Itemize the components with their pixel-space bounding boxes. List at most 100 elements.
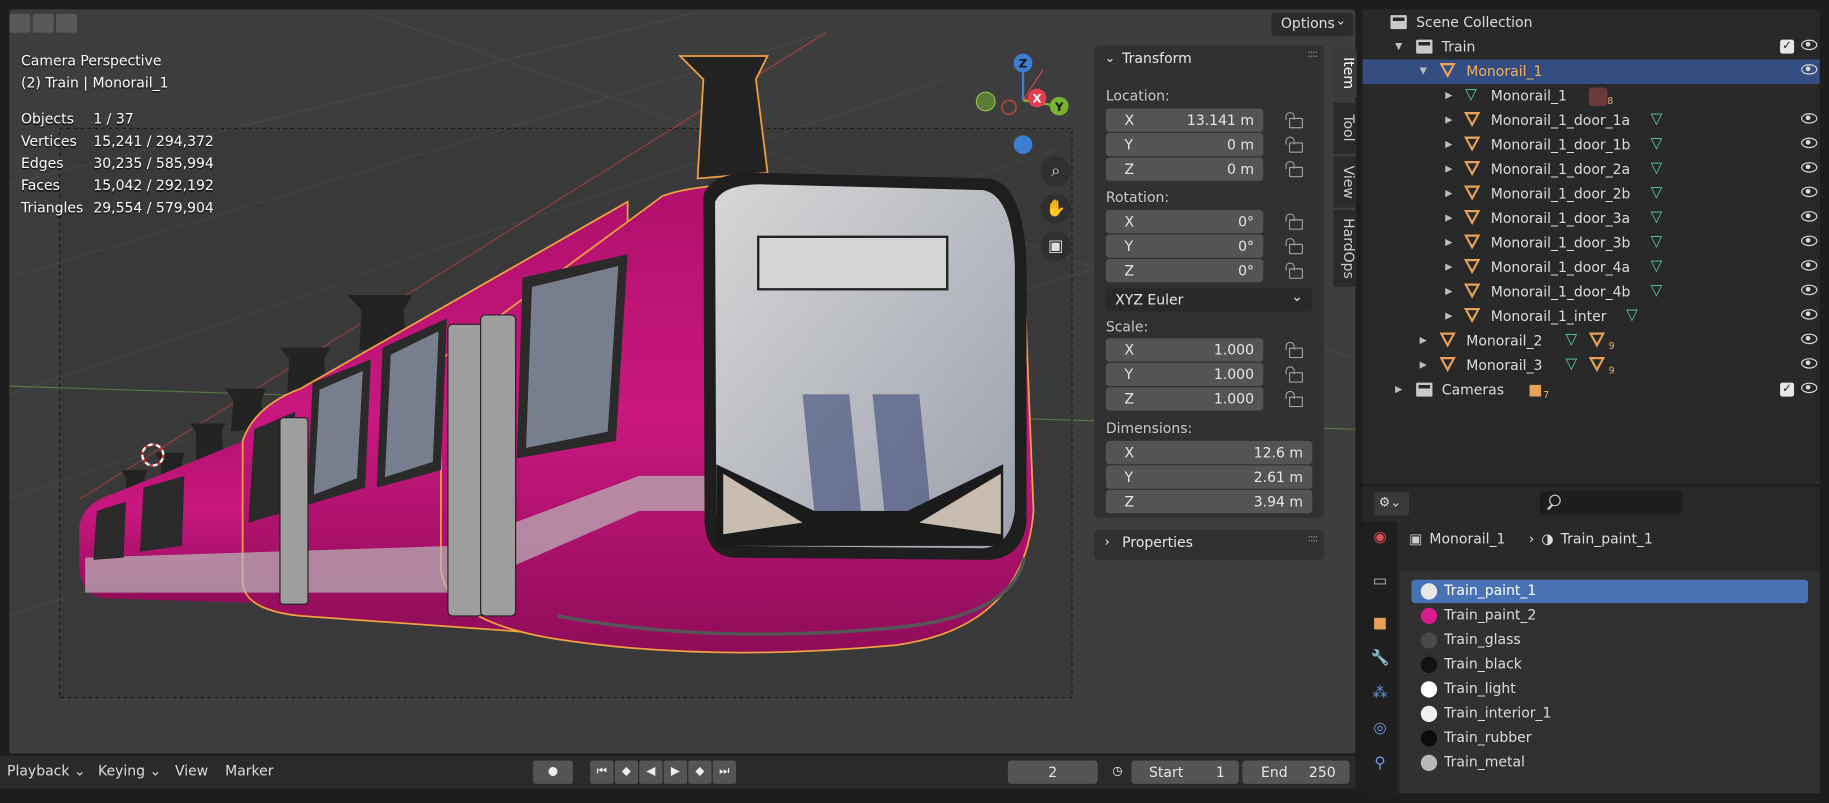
expand-arrow-icon[interactable]: ▶ bbox=[1445, 114, 1452, 124]
expand-arrow-icon[interactable]: ▼ bbox=[1395, 41, 1402, 51]
lock-icon[interactable] bbox=[1285, 111, 1304, 129]
navigation-gizmo[interactable]: Z X Y bbox=[973, 53, 1078, 159]
play-reverse-icon[interactable]: ◀ bbox=[639, 760, 663, 784]
outliner-row-cameras[interactable]: ▶ Cameras ■ 7 ✓ bbox=[1362, 378, 1819, 402]
expand-arrow-icon[interactable]: ▶ bbox=[1445, 310, 1452, 320]
outliner[interactable]: Scene Collection ▼ Train ✓ ▼ Monorail_1 … bbox=[1362, 9, 1820, 485]
keying-menu[interactable]: Keying ⌄ bbox=[98, 763, 161, 779]
material-slot[interactable]: Train_black bbox=[1411, 653, 1808, 676]
outliner-row-monorail-1[interactable]: ▼ Monorail_1 bbox=[1362, 59, 1820, 84]
view-menu[interactable]: View bbox=[175, 763, 208, 779]
expand-arrow-icon[interactable]: ▶ bbox=[1445, 237, 1452, 247]
location-x-field[interactable]: X 13.141 m bbox=[1105, 108, 1264, 132]
options-dropdown[interactable]: Options bbox=[1271, 12, 1354, 37]
tab-item[interactable]: Item bbox=[1333, 46, 1357, 101]
next-keyframe-icon[interactable]: ◆ bbox=[688, 760, 712, 784]
record-icon[interactable]: ● bbox=[533, 760, 573, 784]
wrench-icon[interactable]: 🔧 bbox=[1371, 650, 1390, 669]
scale-z-field[interactable]: Z 1.000 bbox=[1105, 387, 1264, 411]
eye-icon[interactable] bbox=[1801, 113, 1818, 124]
playback-menu[interactable]: Playback ⌄ bbox=[7, 763, 86, 779]
lock-icon[interactable] bbox=[1285, 262, 1304, 279]
outliner-row-monorail-3[interactable]: ▶ Monorail_3 ▽ 9 bbox=[1362, 353, 1819, 377]
eye-icon[interactable] bbox=[1801, 260, 1818, 271]
marker-menu[interactable]: Marker bbox=[225, 763, 273, 779]
camera-view-icon[interactable]: ▣ bbox=[1040, 230, 1071, 262]
material-slot[interactable]: Train_paint_2 bbox=[1411, 604, 1808, 627]
editor-type-dropdown[interactable]: ⚙⌄ bbox=[1374, 492, 1410, 516]
rotation-z-field[interactable]: Z 0° bbox=[1105, 258, 1264, 283]
jump-start-icon[interactable]: ⏮ bbox=[590, 760, 614, 784]
exclude-checkbox[interactable]: ✓ bbox=[1780, 382, 1795, 397]
world-icon[interactable]: ◉ bbox=[1371, 528, 1390, 547]
object-tab-icon[interactable]: ■ bbox=[1371, 615, 1390, 634]
scale-y-field[interactable]: Y 1.000 bbox=[1105, 362, 1264, 387]
lock-icon[interactable] bbox=[1285, 160, 1304, 178]
select-extend-icon[interactable] bbox=[32, 13, 54, 33]
select-mode-icon[interactable] bbox=[9, 13, 31, 33]
outliner-row-door-2a[interactable]: ▶ Monorail_1_door_2a ▽ bbox=[1362, 157, 1819, 181]
material-slot[interactable]: Train_interior_1 bbox=[1411, 702, 1808, 725]
dimensions-z-field[interactable]: Z 3.94 m bbox=[1105, 489, 1313, 514]
outliner-row-train[interactable]: ▼ Train ✓ bbox=[1362, 35, 1819, 59]
material-slot[interactable]: Train_glass bbox=[1411, 629, 1808, 652]
pan-hand-icon[interactable]: ✋ bbox=[1040, 193, 1071, 224]
location-y-field[interactable]: Y0 m bbox=[1105, 132, 1264, 157]
outliner-row-door-4b[interactable]: ▶ Monorail_1_door_4b ▽ bbox=[1362, 280, 1819, 304]
eye-icon[interactable] bbox=[1801, 211, 1818, 222]
zoom-icon[interactable]: ⌕ bbox=[1040, 156, 1071, 187]
eye-icon[interactable] bbox=[1801, 382, 1818, 394]
eye-icon[interactable] bbox=[1801, 39, 1818, 51]
select-subtract-icon[interactable] bbox=[55, 13, 77, 33]
outliner-row-inter[interactable]: ▶ Monorail_1_inter ▽ bbox=[1362, 304, 1819, 328]
expand-arrow-icon[interactable]: ▶ bbox=[1395, 384, 1402, 394]
eye-icon[interactable] bbox=[1801, 235, 1818, 247]
outliner-row-scene-collection[interactable]: Scene Collection bbox=[1362, 10, 1819, 34]
eye-icon[interactable] bbox=[1801, 137, 1818, 149]
rotation-x-field[interactable]: X 0° bbox=[1105, 209, 1264, 234]
expand-arrow-icon[interactable]: ▶ bbox=[1420, 335, 1427, 345]
material-slot[interactable]: Train_rubber bbox=[1411, 727, 1808, 750]
material-slot[interactable]: Train_paint_1 bbox=[1411, 579, 1809, 604]
expand-arrow-icon[interactable]: ▶ bbox=[1445, 212, 1452, 222]
lock-icon[interactable] bbox=[1285, 213, 1304, 230]
outliner-row-door-1a[interactable]: ▶ Monorail_1_door_1a ▽ bbox=[1362, 108, 1819, 132]
expand-arrow-icon[interactable]: ▶ bbox=[1445, 261, 1452, 271]
outliner-row-door-1b[interactable]: ▶ Monorail_1_door_1b ▽ bbox=[1362, 133, 1819, 157]
outliner-row-door-2b[interactable]: ▶ Monorail_1_door_2b ▽ bbox=[1362, 182, 1819, 206]
lock-icon[interactable] bbox=[1285, 366, 1304, 383]
drag-grip-icon[interactable]: :::: bbox=[1307, 49, 1318, 61]
rotation-y-field[interactable]: Y 0° bbox=[1105, 234, 1264, 258]
outliner-row-door-3a[interactable]: ▶ Monorail_1_door_3a ▽ bbox=[1362, 206, 1819, 230]
tab-tool[interactable]: Tool bbox=[1333, 102, 1357, 154]
view-header-icons[interactable] bbox=[9, 13, 77, 33]
eye-icon[interactable] bbox=[1801, 64, 1818, 75]
current-frame-field[interactable]: 2 bbox=[1007, 760, 1098, 784]
expand-arrow-icon[interactable]: ▶ bbox=[1445, 286, 1452, 296]
lock-icon[interactable] bbox=[1285, 237, 1304, 255]
rotation-mode-dropdown[interactable]: XYZ Euler bbox=[1105, 288, 1313, 312]
material-slot[interactable]: Train_metal bbox=[1411, 751, 1808, 774]
eye-icon[interactable] bbox=[1801, 284, 1818, 296]
tab-view[interactable]: View bbox=[1333, 156, 1357, 208]
expand-arrow-icon[interactable]: ▶ bbox=[1420, 359, 1427, 369]
stopwatch-icon[interactable]: ◷ bbox=[1106, 761, 1129, 784]
tab-hardops[interactable]: HardOps bbox=[1333, 209, 1357, 287]
physics-icon[interactable]: ◎ bbox=[1371, 720, 1390, 739]
end-frame-field[interactable]: End 250 bbox=[1242, 760, 1350, 784]
dimensions-x-field[interactable]: X 12.6 m bbox=[1105, 440, 1313, 465]
collection-tab-icon[interactable]: ▭ bbox=[1371, 573, 1390, 592]
eye-icon[interactable] bbox=[1801, 358, 1818, 369]
expand-arrow-icon[interactable]: ▶ bbox=[1445, 139, 1452, 149]
expand-arrow-icon[interactable]: ▶ bbox=[1445, 188, 1452, 198]
properties-panel[interactable]: › Properties :::: bbox=[1094, 529, 1324, 560]
prev-keyframe-icon[interactable]: ◆ bbox=[614, 760, 639, 784]
constraints-icon[interactable]: ⚲ bbox=[1371, 755, 1390, 774]
expand-arrow-icon[interactable]: ▼ bbox=[1420, 65, 1427, 75]
eye-icon[interactable] bbox=[1801, 186, 1818, 198]
scale-x-field[interactable]: X 1.000 bbox=[1105, 338, 1264, 362]
eye-icon[interactable] bbox=[1801, 309, 1818, 320]
transform-panel-header[interactable]: ⌄ Transform :::: bbox=[1094, 45, 1324, 73]
material-slot[interactable]: Train_light bbox=[1411, 678, 1808, 701]
drag-grip-icon[interactable]: :::: bbox=[1307, 533, 1318, 545]
